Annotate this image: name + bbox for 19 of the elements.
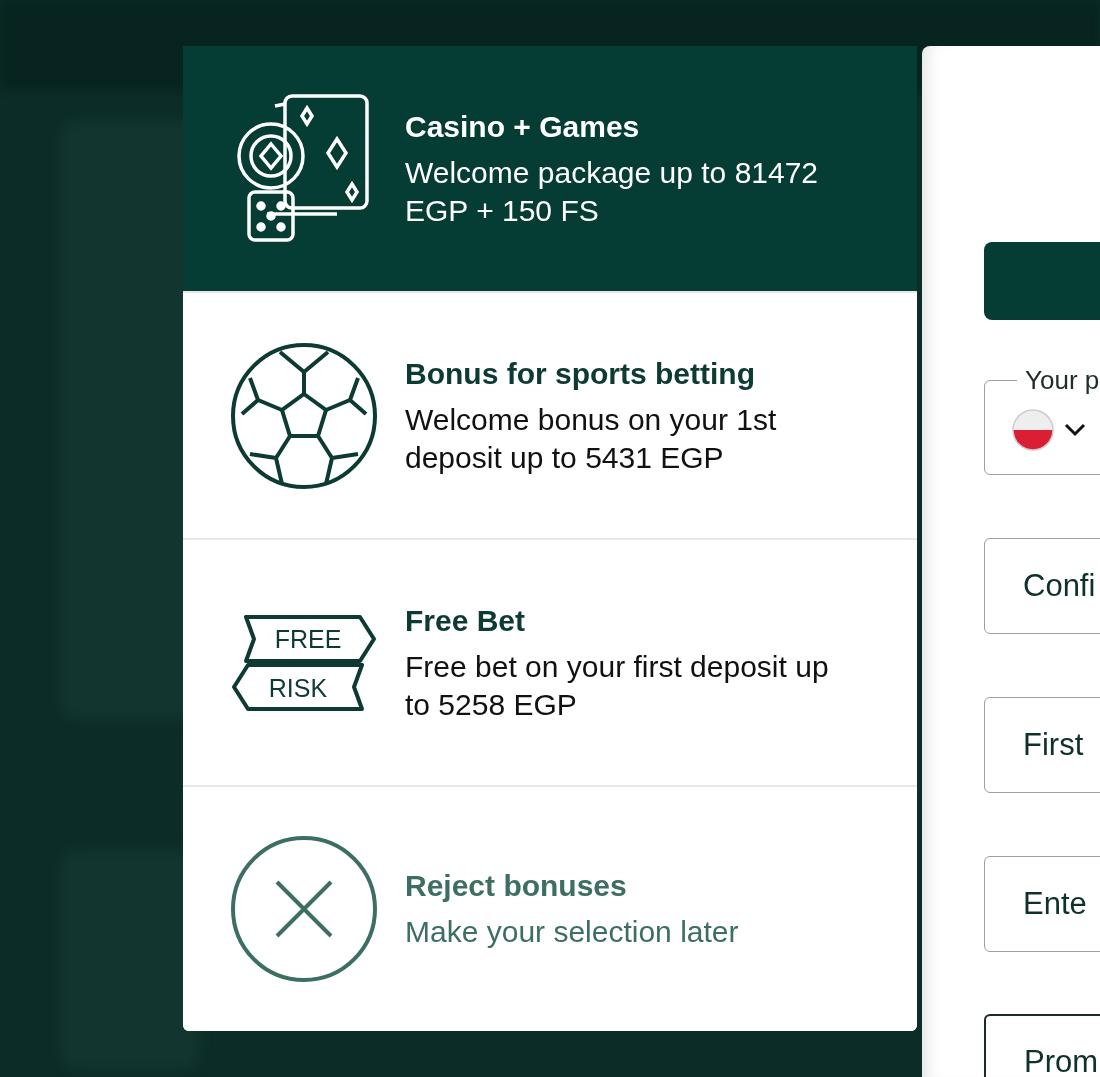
casino-chip-cards-dice-icon — [237, 93, 371, 244]
bonus-title: Bonus for sports betting — [405, 355, 756, 392]
input-field[interactable]: Prom — [984, 1014, 1100, 1077]
bonus-title: Reject bonuses — [405, 868, 628, 904]
bonus-description: Welcome bonus on your 1st deposit up to 5431 EGP — [405, 401, 778, 476]
chevron-down-icon — [1063, 422, 1087, 438]
bonus-description: Make your selection later — [405, 914, 739, 950]
bonus-description: Welcome package up to 81472 EGP + 150 FS — [405, 154, 820, 229]
flag-icon — [1011, 408, 1055, 452]
close-icon — [230, 835, 378, 983]
bonus-title: Casino + Games — [405, 108, 641, 145]
input-field[interactable]: First — [984, 697, 1100, 793]
soccer-ball-icon — [230, 341, 378, 490]
input-field[interactable]: Ente — [984, 856, 1100, 952]
bonus-title: Free Bet — [405, 602, 527, 639]
field-label: Your p — [1024, 365, 1100, 396]
bonus-description: Free bet on your first deposit up to 5258 EGP — [405, 648, 830, 723]
input-field[interactable]: Confi — [984, 538, 1100, 634]
bonus-option[interactable]: Casino + Games Welcome package up to 81472 EGP + 150 FS — [183, 46, 917, 293]
